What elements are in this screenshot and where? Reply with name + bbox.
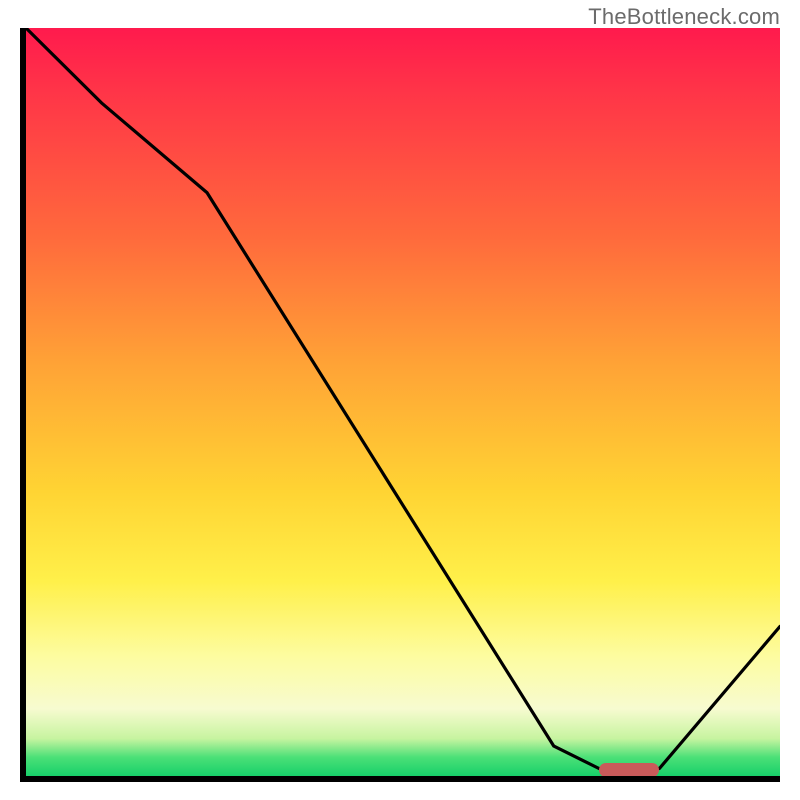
optimal-range-marker xyxy=(599,763,659,777)
attribution-text: TheBottleneck.com xyxy=(588,4,780,30)
bottleneck-curve xyxy=(26,28,780,776)
chart-stage: TheBottleneck.com xyxy=(0,0,800,800)
plot-frame xyxy=(20,28,780,782)
